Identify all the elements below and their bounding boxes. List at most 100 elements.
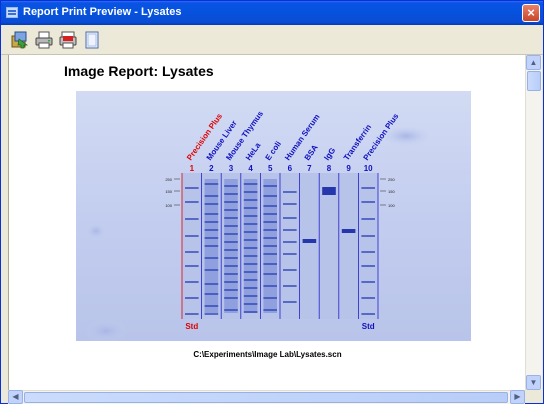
- protein-band: [243, 279, 258, 281]
- protein-band: [263, 273, 277, 275]
- title-bar[interactable]: Report Print Preview - Lysates ×: [1, 1, 543, 25]
- close-button[interactable]: ×: [522, 4, 540, 22]
- protein-band: [361, 187, 375, 189]
- protein-band: [224, 233, 238, 235]
- scroll-left-icon[interactable]: ◀: [8, 390, 23, 404]
- marker-label-right: 250: [388, 177, 395, 182]
- protein-band: [204, 245, 219, 247]
- lane-number: 5: [268, 164, 273, 173]
- protein-band: [243, 263, 258, 265]
- protein-band: [243, 303, 258, 305]
- gel-image: 1 Precision Plus 2 Mouse Liver 3 Mouse Thymus…: [76, 91, 471, 341]
- protein-band: [243, 207, 258, 209]
- export-icon: [11, 31, 29, 49]
- protein-band: [361, 251, 375, 253]
- protein-band: [361, 297, 375, 299]
- protein-band: [263, 253, 277, 255]
- protein-band: [204, 283, 219, 285]
- protein-band: [204, 257, 219, 259]
- vertical-scroll-thumb[interactable]: [527, 71, 541, 91]
- report-preview-area[interactable]: Image Report: Lysates 1 Precision Plus 2…: [8, 55, 525, 390]
- protein-band: [224, 185, 238, 187]
- protein-band: [243, 295, 258, 297]
- protein-band: [283, 217, 297, 219]
- protein-band: [185, 313, 199, 315]
- protein-band: [243, 247, 258, 249]
- marker-label-left: 100: [165, 203, 172, 208]
- horizontal-scroll-thumb[interactable]: [24, 392, 508, 403]
- protein-band: [361, 281, 375, 283]
- marker-label-left: 250: [165, 177, 172, 182]
- protein-band: [243, 255, 258, 257]
- protein-band: [263, 245, 277, 247]
- print-button[interactable]: [34, 30, 54, 50]
- window-title: Report Print Preview - Lysates: [23, 6, 182, 18]
- protein-band: [204, 213, 219, 215]
- protein-band: [224, 297, 238, 299]
- protein-band: [263, 205, 277, 207]
- export-button[interactable]: [10, 30, 30, 50]
- report-print-preview-window: Report Print Preview - Lysates × Image R…: [0, 0, 544, 404]
- scroll-down-icon[interactable]: ▼: [526, 375, 541, 390]
- protein-band: [263, 221, 277, 223]
- protein-band: [243, 199, 258, 201]
- protein-band: [283, 241, 297, 243]
- protein-band: [283, 191, 297, 193]
- horizontal-scrollbar[interactable]: ◀ ▶: [8, 390, 525, 404]
- protein-band: [263, 229, 277, 231]
- protein-band: [283, 203, 297, 205]
- protein-band: [283, 229, 297, 231]
- protein-band: [322, 191, 336, 195]
- protein-band: [283, 301, 297, 303]
- protein-band: [224, 241, 238, 243]
- protein-band: [361, 265, 375, 267]
- scroll-up-icon[interactable]: ▲: [526, 55, 541, 70]
- vertical-scrollbar[interactable]: ▲ ▼: [525, 55, 542, 390]
- protein-band: [185, 281, 199, 283]
- protein-band: [204, 305, 219, 307]
- protein-band: [185, 251, 199, 253]
- marker-label-right: 150: [388, 189, 395, 194]
- protein-band: [263, 237, 277, 239]
- std-label-right: Std: [362, 322, 375, 331]
- protein-band: [224, 193, 238, 195]
- protein-band: [204, 221, 219, 223]
- protein-band: [204, 293, 219, 295]
- protein-band: [243, 287, 258, 289]
- lane-number: 8: [327, 164, 332, 173]
- protein-band: [185, 297, 199, 299]
- toolbar: [1, 25, 543, 55]
- protein-band: [224, 273, 238, 275]
- protein-band: [322, 187, 336, 191]
- protein-band: [283, 285, 297, 287]
- app-icon: [6, 7, 18, 18]
- protein-band: [204, 237, 219, 239]
- protein-band: [224, 225, 238, 227]
- protein-band: [341, 229, 356, 233]
- protein-band: [185, 201, 199, 203]
- page-setup-button[interactable]: [82, 30, 102, 50]
- protein-band: [263, 195, 277, 197]
- lane-number: 2: [209, 164, 214, 173]
- lane-number: 4: [248, 164, 253, 173]
- protein-band: [204, 269, 219, 271]
- protein-band: [243, 215, 258, 217]
- protein-band: [185, 265, 199, 267]
- protein-band: [224, 257, 238, 259]
- protein-band: [243, 239, 258, 241]
- protein-band: [243, 183, 258, 185]
- protein-band: [224, 265, 238, 267]
- protein-band: [204, 183, 219, 185]
- scroll-right-icon[interactable]: ▶: [510, 390, 525, 404]
- protein-band: [204, 229, 219, 231]
- protein-band: [263, 213, 277, 215]
- file-path: C:\Experiments\Image Lab\Lysates.scn: [193, 350, 342, 359]
- std-label-left: Std: [185, 322, 198, 331]
- protein-band: [263, 309, 277, 311]
- lane-number: 7: [307, 164, 312, 173]
- protein-band: [224, 249, 238, 251]
- protein-band: [204, 313, 219, 315]
- pdf-button[interactable]: [58, 30, 78, 50]
- marker-label-right: 100: [388, 203, 395, 208]
- protein-band: [224, 281, 238, 283]
